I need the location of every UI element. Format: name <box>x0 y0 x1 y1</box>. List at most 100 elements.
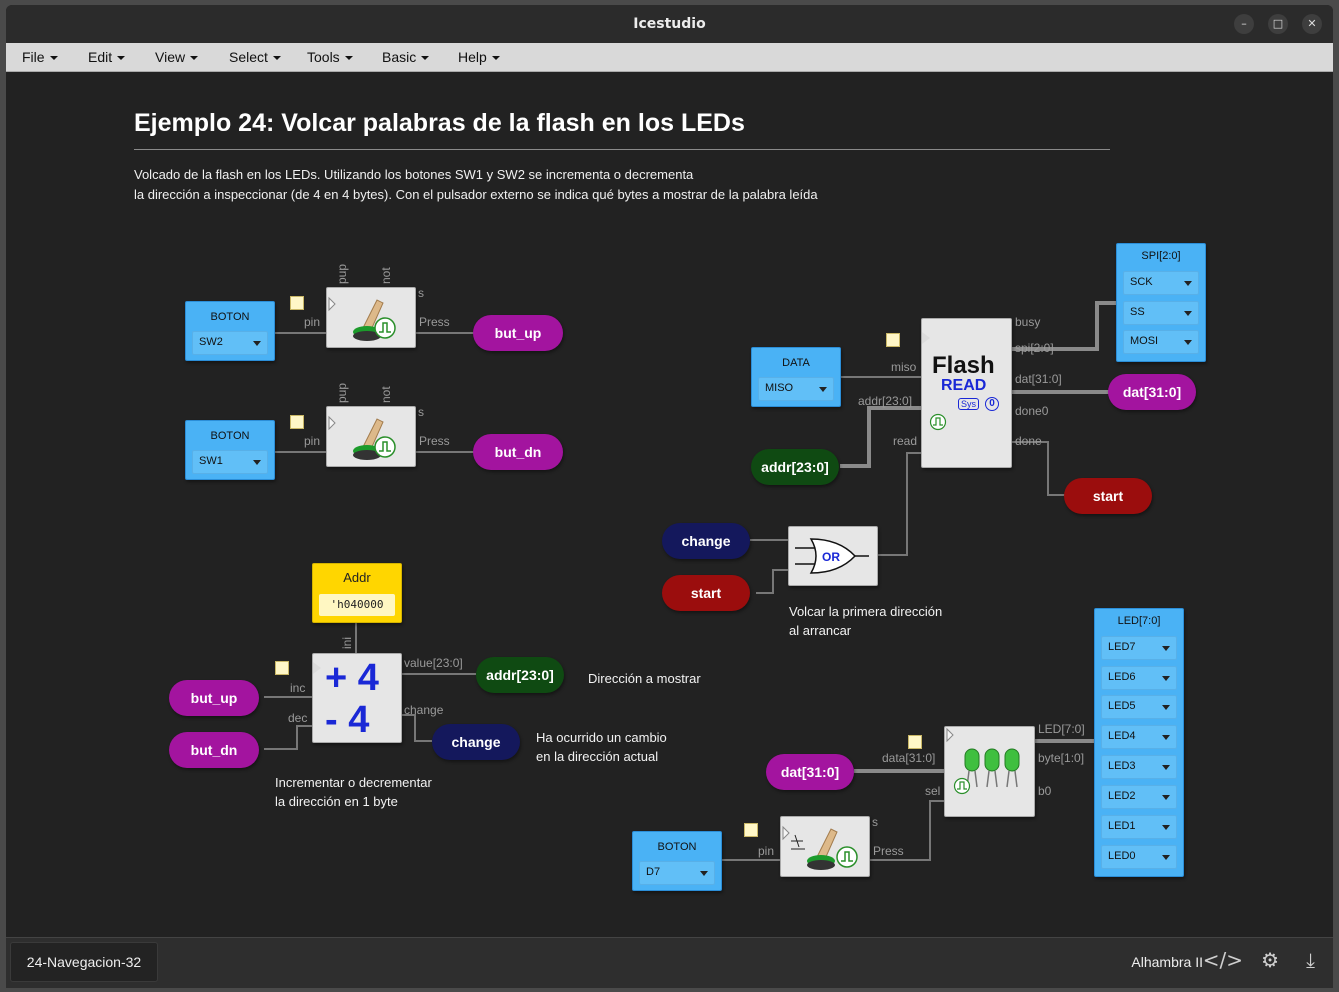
leds-icon <box>946 727 1020 795</box>
tag-but-up[interactable]: but_up <box>169 680 259 716</box>
led-select-0[interactable]: LED0 <box>1101 845 1177 869</box>
pin-label-inc: inc <box>290 681 306 695</box>
chevron-down-icon <box>1162 735 1170 740</box>
pin-label-done: done <box>1015 434 1042 448</box>
code-icon[interactable]: </> <box>1203 948 1243 972</box>
gear-icon[interactable]: ⚙ <box>1261 948 1279 972</box>
output-spi[interactable]: SPI[2:0] SCK SS MOSI <box>1116 243 1206 362</box>
flash-read-block[interactable]: Flash READ Sys 0 <box>921 318 1012 468</box>
output-label: SPI[2:0] <box>1141 250 1181 262</box>
or-gate-block[interactable]: OR <box>788 526 878 586</box>
button-driver-block[interactable] <box>326 287 416 348</box>
tag-dat[interactable]: dat[31:0] <box>1108 374 1196 410</box>
tag-but-up[interactable]: but_up <box>473 315 563 351</box>
menu-view[interactable]: View <box>155 49 199 65</box>
note-address-to-show: Dirección a mostrar <box>588 671 701 686</box>
menu-edit-label: Edit <box>88 49 113 65</box>
wire <box>273 332 326 334</box>
minimize-icon[interactable]: – <box>1234 14 1254 34</box>
led-select-4[interactable]: LED4 <box>1101 725 1177 749</box>
clock-marker <box>886 333 900 347</box>
tag-start[interactable]: start <box>1064 478 1152 514</box>
menu-tools[interactable]: Tools <box>307 49 353 65</box>
pin-select-value: D7 <box>646 866 661 878</box>
clock-marker <box>275 661 289 675</box>
design-canvas[interactable]: Ejemplo 24: Volcar palabras de la flash … <box>6 72 1333 937</box>
led-select-6[interactable]: LED6 <box>1101 666 1177 690</box>
wire-bus <box>1095 301 1117 305</box>
wire <box>869 859 931 861</box>
tag-change[interactable]: change <box>662 523 750 559</box>
tag-start[interactable]: start <box>662 575 750 611</box>
clock-input-icon <box>922 332 930 344</box>
button-driver-block[interactable] <box>326 406 416 467</box>
wire <box>415 451 477 453</box>
const-value[interactable]: 'h040000 <box>319 594 395 616</box>
board-name[interactable]: Alhambra II <box>1131 954 1203 970</box>
led-select-1[interactable]: LED1 <box>1101 815 1177 839</box>
spi-select-mosi[interactable]: MOSI <box>1123 330 1199 354</box>
tag-dat[interactable]: dat[31:0] <box>766 754 854 790</box>
chevron-down-icon <box>1184 311 1192 316</box>
wire <box>296 725 312 727</box>
menu-edit[interactable]: Edit <box>88 49 126 65</box>
led-select-5[interactable]: LED5 <box>1101 695 1177 719</box>
status-bar: 24-Navegacion-32 Alhambra II </> ⚙ ⤓ <box>6 937 1333 988</box>
pin-label-ini: ini <box>340 636 354 649</box>
pin-select-sw2[interactable]: SW2 <box>192 331 268 355</box>
led-select-7[interactable]: LED7 <box>1101 636 1177 660</box>
wire-bus <box>840 464 870 468</box>
wire <box>264 696 312 698</box>
pin-select-value: MOSI <box>1130 335 1159 347</box>
menu-basic[interactable]: Basic <box>382 49 430 65</box>
output-led[interactable]: LED[7:0] LED7 LED6 LED5 LED4 LED3 LED2 L… <box>1094 608 1184 877</box>
close-icon[interactable]: ✕ <box>1302 14 1322 34</box>
pin-label-spi: spi[2:0] <box>1015 341 1054 355</box>
input-boton-d7[interactable]: BOTON D7 <box>632 831 722 891</box>
chevron-down-icon <box>49 56 58 61</box>
project-name[interactable]: 24-Navegacion-32 <box>10 942 158 982</box>
pin-select-value: SCK <box>1130 276 1153 288</box>
input-boton-sw2[interactable]: BOTON SW2 <box>185 301 275 361</box>
pin-label-s: s <box>418 405 424 419</box>
tag-but-dn[interactable]: but_dn <box>169 732 259 768</box>
or-gate-label: OR <box>822 550 840 564</box>
note-address-changed: Ha ocurrido un cambio en la dirección ac… <box>536 728 667 766</box>
flash-title: Flash <box>932 352 995 379</box>
pin-label-busy: busy <box>1015 315 1041 329</box>
pin-select-d7[interactable]: D7 <box>639 861 715 885</box>
wire <box>929 800 944 802</box>
maximize-icon[interactable]: □ <box>1268 14 1288 34</box>
tag-change[interactable]: change <box>432 724 520 760</box>
led-select-2[interactable]: LED2 <box>1101 785 1177 809</box>
flash-subtitle: READ <box>941 377 987 394</box>
chevron-down-icon <box>421 56 430 61</box>
pin-select-sw1[interactable]: SW1 <box>192 450 268 474</box>
pin-label-change: change <box>404 703 444 717</box>
input-boton-sw1[interactable]: BOTON SW1 <box>185 420 275 480</box>
increment-label: + 4 <box>325 657 379 699</box>
input-data-miso[interactable]: DATA MISO <box>751 347 841 407</box>
pin-select-miso[interactable]: MISO <box>758 377 834 401</box>
chevron-down-icon <box>190 56 199 61</box>
tag-addr[interactable]: addr[23:0] <box>751 449 839 485</box>
download-icon[interactable]: ⤓ <box>1306 948 1315 972</box>
led-select-3[interactable]: LED3 <box>1101 755 1177 779</box>
chevron-down-icon <box>819 387 827 392</box>
menu-select[interactable]: Select <box>229 49 281 65</box>
chevron-down-icon <box>1162 705 1170 710</box>
tag-addr[interactable]: addr[23:0] <box>476 657 564 693</box>
tag-but-dn[interactable]: but_dn <box>473 434 563 470</box>
pin-select-value: SW2 <box>199 336 223 348</box>
chevron-down-icon <box>1184 340 1192 345</box>
led-byte-selector-block[interactable] <box>944 726 1035 817</box>
counter-block[interactable]: + 4 - 4 <box>312 653 402 743</box>
spi-select-ss[interactable]: SS <box>1123 301 1199 325</box>
button-driver-block[interactable] <box>780 816 870 877</box>
wire <box>414 740 432 742</box>
menu-help[interactable]: Help <box>458 49 500 65</box>
wire <box>415 332 477 334</box>
spi-select-sck[interactable]: SCK <box>1123 271 1199 295</box>
const-addr[interactable]: Addr 'h040000 <box>312 563 402 623</box>
menu-file[interactable]: File <box>22 49 58 65</box>
